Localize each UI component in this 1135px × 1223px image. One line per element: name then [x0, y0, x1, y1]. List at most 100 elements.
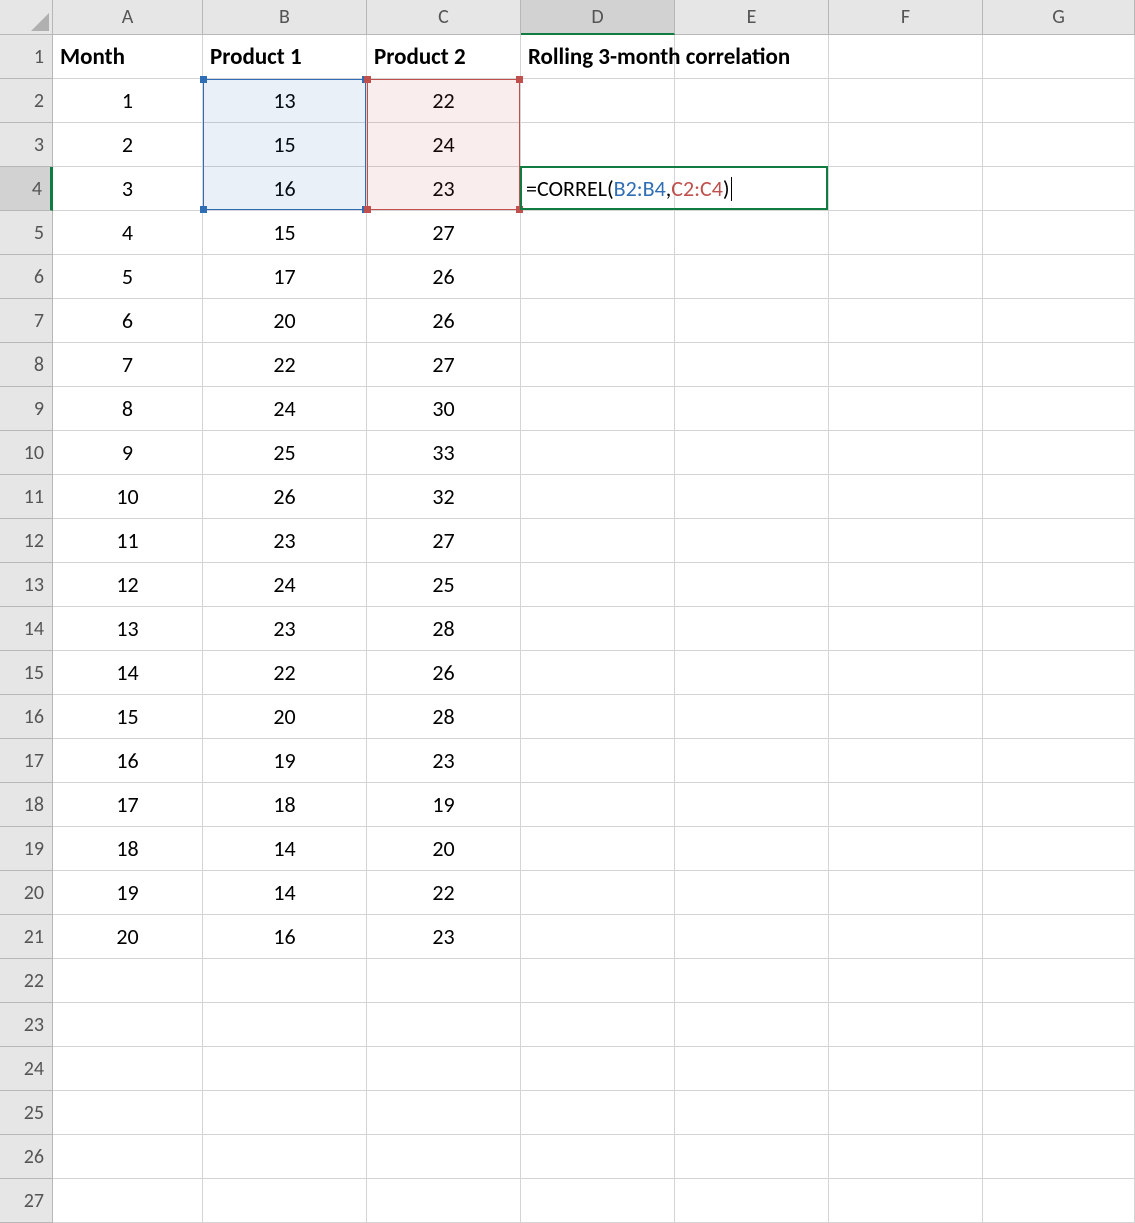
cell-E15[interactable]	[675, 651, 829, 695]
cell-E14[interactable]	[675, 607, 829, 651]
cell-A17[interactable]: 16	[53, 739, 203, 783]
cell-D20[interactable]	[521, 871, 675, 915]
cell-F24[interactable]	[829, 1047, 983, 1091]
cell-A2[interactable]: 1	[53, 79, 203, 123]
cell-A12[interactable]: 11	[53, 519, 203, 563]
cell-A7[interactable]: 6	[53, 299, 203, 343]
cell-B21[interactable]: 16	[203, 915, 367, 959]
cell-F12[interactable]	[829, 519, 983, 563]
cell-G9[interactable]	[983, 387, 1135, 431]
cell-D3[interactable]	[521, 123, 675, 167]
cell-D12[interactable]	[521, 519, 675, 563]
cell-F4[interactable]	[829, 167, 983, 211]
cell-E16[interactable]	[675, 695, 829, 739]
row-header-15[interactable]: 15	[0, 651, 53, 695]
cell-C16[interactable]: 28	[367, 695, 521, 739]
cell-D5[interactable]	[521, 211, 675, 255]
cell-B20[interactable]: 14	[203, 871, 367, 915]
cell-B7[interactable]: 20	[203, 299, 367, 343]
cell-F26[interactable]	[829, 1135, 983, 1179]
column-header-F[interactable]: F	[829, 0, 983, 35]
cell-A13[interactable]: 12	[53, 563, 203, 607]
cell-G25[interactable]	[983, 1091, 1135, 1135]
cell-E11[interactable]	[675, 475, 829, 519]
cell-C22[interactable]	[367, 959, 521, 1003]
cell-F18[interactable]	[829, 783, 983, 827]
cell-B3[interactable]: 15	[203, 123, 367, 167]
cell-G20[interactable]	[983, 871, 1135, 915]
cell-A14[interactable]: 13	[53, 607, 203, 651]
cell-A16[interactable]: 15	[53, 695, 203, 739]
cell-A25[interactable]	[53, 1091, 203, 1135]
cell-F27[interactable]	[829, 1179, 983, 1223]
row-header-19[interactable]: 19	[0, 827, 53, 871]
cell-D7[interactable]	[521, 299, 675, 343]
cell-C11[interactable]: 32	[367, 475, 521, 519]
column-header-B[interactable]: B	[203, 0, 367, 35]
cell-E9[interactable]	[675, 387, 829, 431]
cell-D24[interactable]	[521, 1047, 675, 1091]
row-header-18[interactable]: 18	[0, 783, 53, 827]
cell-A4[interactable]: 3	[53, 167, 203, 211]
cell-E18[interactable]	[675, 783, 829, 827]
row-header-5[interactable]: 5	[0, 211, 53, 255]
cell-B24[interactable]	[203, 1047, 367, 1091]
cell-G1[interactable]	[983, 35, 1135, 79]
cell-C8[interactable]: 27	[367, 343, 521, 387]
cell-F11[interactable]	[829, 475, 983, 519]
cell-B8[interactable]: 22	[203, 343, 367, 387]
cell-C25[interactable]	[367, 1091, 521, 1135]
cell-F23[interactable]	[829, 1003, 983, 1047]
cell-F9[interactable]	[829, 387, 983, 431]
cell-B11[interactable]: 26	[203, 475, 367, 519]
cell-A21[interactable]: 20	[53, 915, 203, 959]
cell-F15[interactable]	[829, 651, 983, 695]
cell-E27[interactable]	[675, 1179, 829, 1223]
cell-C20[interactable]: 22	[367, 871, 521, 915]
row-header-8[interactable]: 8	[0, 343, 53, 387]
cell-A22[interactable]	[53, 959, 203, 1003]
cell-B2[interactable]: 13	[203, 79, 367, 123]
row-header-27[interactable]: 27	[0, 1179, 53, 1223]
cell-B27[interactable]	[203, 1179, 367, 1223]
cell-C2[interactable]: 22	[367, 79, 521, 123]
cell-D9[interactable]	[521, 387, 675, 431]
cell-B17[interactable]: 19	[203, 739, 367, 783]
cell-D10[interactable]	[521, 431, 675, 475]
cell-E23[interactable]	[675, 1003, 829, 1047]
spreadsheet-grid[interactable]: ABCDEFG1MonthProduct 1Product 2Rolling 3…	[0, 0, 1135, 1223]
cell-E2[interactable]	[675, 79, 829, 123]
cell-C27[interactable]	[367, 1179, 521, 1223]
cell-E7[interactable]	[675, 299, 829, 343]
row-header-13[interactable]: 13	[0, 563, 53, 607]
row-header-23[interactable]: 23	[0, 1003, 53, 1047]
cell-G10[interactable]	[983, 431, 1135, 475]
cell-G6[interactable]	[983, 255, 1135, 299]
cell-G26[interactable]	[983, 1135, 1135, 1179]
cell-F16[interactable]	[829, 695, 983, 739]
cell-C14[interactable]: 28	[367, 607, 521, 651]
cell-A15[interactable]: 14	[53, 651, 203, 695]
cell-D13[interactable]	[521, 563, 675, 607]
cell-B1[interactable]: Product 1	[203, 35, 367, 79]
cell-E6[interactable]	[675, 255, 829, 299]
cell-B13[interactable]: 24	[203, 563, 367, 607]
cell-A6[interactable]: 5	[53, 255, 203, 299]
cell-E22[interactable]	[675, 959, 829, 1003]
cell-G17[interactable]	[983, 739, 1135, 783]
cell-G21[interactable]	[983, 915, 1135, 959]
cell-A27[interactable]	[53, 1179, 203, 1223]
formula-editor[interactable]: =CORREL(B2:B4, C2:C4)	[526, 167, 732, 210]
cell-D17[interactable]	[521, 739, 675, 783]
cell-G18[interactable]	[983, 783, 1135, 827]
cell-D18[interactable]	[521, 783, 675, 827]
cell-B12[interactable]: 23	[203, 519, 367, 563]
cell-D21[interactable]	[521, 915, 675, 959]
cell-D2[interactable]	[521, 79, 675, 123]
cell-B10[interactable]: 25	[203, 431, 367, 475]
cell-G24[interactable]	[983, 1047, 1135, 1091]
cell-G7[interactable]	[983, 299, 1135, 343]
cell-G5[interactable]	[983, 211, 1135, 255]
row-header-26[interactable]: 26	[0, 1135, 53, 1179]
cell-E21[interactable]	[675, 915, 829, 959]
